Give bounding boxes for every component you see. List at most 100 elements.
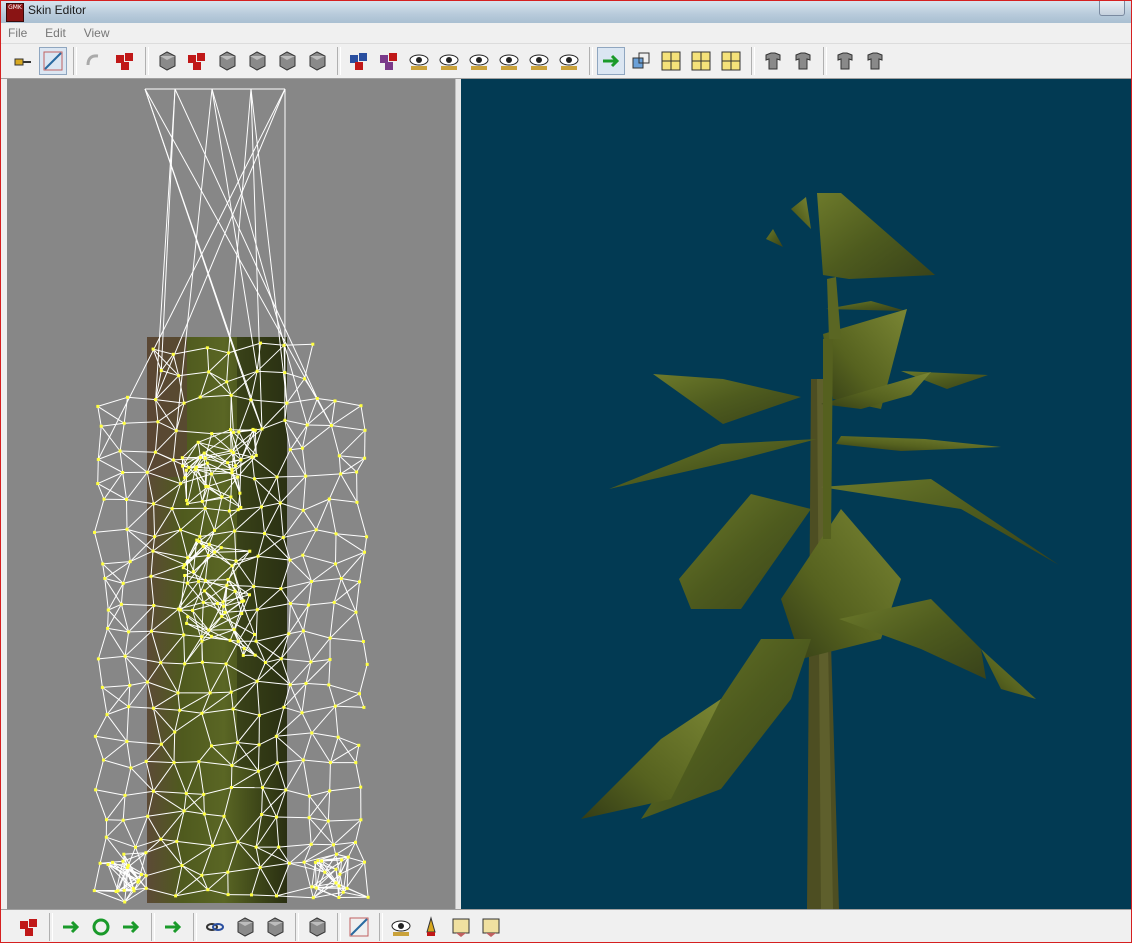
mesh-vertex[interactable] [263, 532, 266, 535]
mesh-vertex[interactable] [204, 485, 208, 489]
mesh-vertex[interactable] [159, 742, 163, 746]
uv-mesh-canvas[interactable] [7, 79, 455, 909]
mesh-vertex[interactable] [301, 758, 305, 762]
mesh-vertex[interactable] [250, 893, 253, 897]
mesh-vertex[interactable] [116, 889, 120, 893]
mesh-vertex[interactable] [233, 529, 237, 533]
mesh-vertex[interactable] [236, 639, 240, 643]
mesh-vertex[interactable] [288, 558, 292, 562]
mesh-vertex[interactable] [255, 369, 259, 373]
mesh-vertex[interactable] [118, 449, 122, 453]
mesh-vertex[interactable] [223, 610, 227, 614]
mesh-vertex[interactable] [185, 621, 189, 625]
mesh-vertex[interactable] [258, 866, 262, 869]
mesh-vertex[interactable] [240, 612, 244, 615]
mesh-vertex[interactable] [172, 761, 176, 765]
mesh-vertex[interactable] [229, 393, 233, 397]
mesh-vertex[interactable] [334, 867, 338, 871]
mesh-vertex[interactable] [301, 508, 305, 512]
mesh-vertex[interactable] [219, 546, 223, 550]
mesh-vertex[interactable] [236, 475, 240, 479]
mesh-vertex[interactable] [154, 398, 158, 402]
mesh-vertex[interactable] [313, 860, 317, 864]
mesh-vertex[interactable] [127, 705, 131, 709]
mesh-vertex[interactable] [279, 587, 283, 591]
mesh-vertex[interactable] [104, 835, 108, 839]
flip-right-button[interactable] [861, 47, 889, 75]
mesh-vertex[interactable] [359, 404, 363, 408]
mesh-vertex[interactable] [303, 377, 306, 381]
mesh-vertex[interactable] [210, 432, 214, 436]
mesh-vertex[interactable] [96, 482, 100, 486]
uv-skin-viewport[interactable] [7, 79, 455, 909]
mesh-vertex[interactable] [151, 347, 155, 351]
mesh-vertex[interactable] [288, 602, 292, 605]
mesh-vertex[interactable] [200, 711, 204, 715]
mesh-vertex[interactable] [122, 888, 126, 892]
mesh-vertex[interactable] [323, 870, 327, 874]
mesh-vertex[interactable] [229, 786, 233, 789]
mesh-vertex[interactable] [320, 859, 324, 863]
mesh-vertex[interactable] [227, 509, 231, 513]
eye-4-button[interactable] [525, 47, 553, 75]
mesh-vertex[interactable] [194, 465, 198, 469]
mesh-vertex[interactable] [288, 861, 291, 865]
mesh-vertex[interactable] [365, 662, 369, 666]
mesh-vertex[interactable] [355, 500, 359, 504]
mesh-vertex[interactable] [358, 580, 361, 584]
cube-red-button[interactable] [15, 913, 43, 941]
redo-button[interactable] [111, 47, 139, 75]
mesh-vertex[interactable] [100, 685, 104, 689]
mesh-vertex[interactable] [339, 472, 343, 476]
mesh-vertex[interactable] [248, 593, 251, 597]
mesh-vertex[interactable] [198, 395, 202, 399]
mesh-vertex[interactable] [151, 789, 155, 793]
mesh-vertex[interactable] [253, 477, 256, 481]
eye-1-button[interactable] [435, 47, 463, 75]
mesh-vertex[interactable] [307, 794, 311, 798]
mesh-vertex[interactable] [220, 614, 224, 618]
title-bar[interactable]: GMK Skin Editor [1, 1, 1131, 23]
mesh-vertex[interactable] [96, 404, 100, 408]
mesh-vertex[interactable] [314, 528, 318, 532]
mesh-vertex[interactable] [359, 785, 363, 789]
mesh-vertex[interactable] [230, 468, 234, 472]
mesh-vertex[interactable] [345, 886, 349, 890]
mesh-vertex[interactable] [106, 626, 110, 630]
mesh-vertex[interactable] [123, 793, 127, 797]
mesh-vertex[interactable] [185, 498, 189, 502]
mesh-vertex[interactable] [340, 858, 344, 862]
grey-cubes-button[interactable] [213, 47, 241, 75]
eye-3-button[interactable] [495, 47, 523, 75]
mesh-vertex[interactable] [354, 610, 358, 614]
mesh-vertex[interactable] [334, 881, 338, 885]
mesh-vertex[interactable] [260, 505, 263, 509]
mesh-vertex[interactable] [281, 536, 285, 539]
mesh-vertex[interactable] [304, 681, 308, 685]
mesh-vertex[interactable] [200, 639, 204, 643]
mesh-vertex[interactable] [220, 495, 224, 499]
mesh-vertex[interactable] [152, 604, 156, 607]
menu-edit[interactable]: Edit [38, 23, 73, 40]
mesh-vertex[interactable] [307, 603, 310, 607]
mesh-vertex[interactable] [263, 661, 267, 664]
select-edge-button[interactable] [39, 47, 67, 75]
mesh-vertex[interactable] [328, 789, 332, 793]
mesh-vertex[interactable] [284, 788, 288, 792]
mesh-vertex[interactable] [304, 474, 308, 478]
mesh-vertex[interactable] [242, 599, 246, 603]
mesh-vertex[interactable] [363, 428, 367, 432]
mesh-vertex[interactable] [200, 499, 204, 503]
mesh-vertex[interactable] [337, 454, 341, 458]
mesh-vertex[interactable] [159, 837, 163, 841]
mesh-vertex[interactable] [106, 608, 110, 612]
mesh-vertex[interactable] [285, 401, 289, 405]
mesh-vertex[interactable] [361, 640, 365, 643]
mesh-vertex[interactable] [310, 580, 314, 583]
mesh-vertex[interactable] [144, 886, 148, 890]
mesh-vertex[interactable] [259, 341, 262, 345]
cube-gray-3-button[interactable] [303, 47, 331, 75]
mesh-vertex[interactable] [338, 872, 342, 876]
mesh-vertex[interactable] [179, 482, 183, 486]
mesh-vertex[interactable] [197, 579, 201, 583]
